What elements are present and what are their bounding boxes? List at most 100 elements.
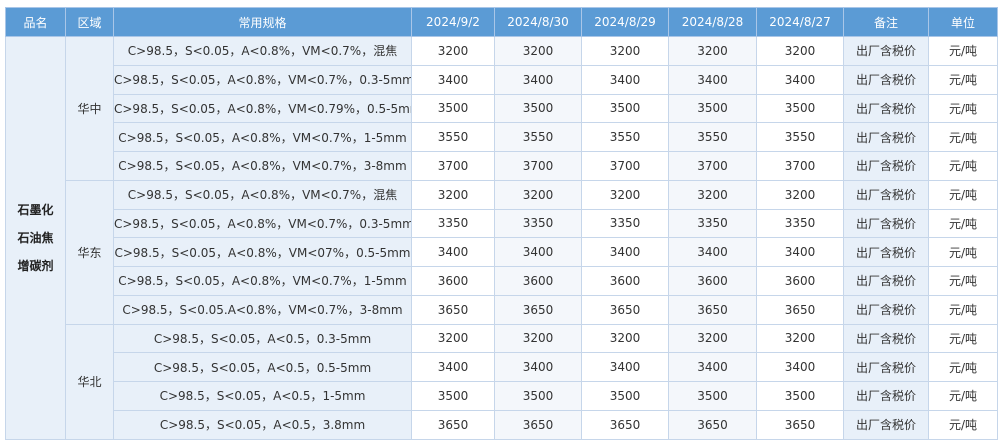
table-row: C>98.5，S<0.05，A<0.8%，VM<07%，0.5-5mm 3400 3… [6, 237, 998, 267]
note-cell: 出厂含税价 [843, 294, 929, 325]
price-cell: 3400 [756, 352, 844, 382]
price-cell: 3200 [581, 179, 669, 210]
spec-cell: C>98.5，S<0.05，A<0.8%，VM<07%，0.5-5mm [113, 237, 412, 267]
price-cell: 3350 [411, 208, 495, 239]
price-cell: 3400 [581, 64, 669, 95]
unit-cell: 元/吨 [928, 409, 998, 440]
price-cell: 3700 [494, 151, 582, 181]
unit-cell: 元/吨 [928, 179, 998, 210]
table-row: 华东 C>98.5，S<0.05，A<0.8%，VM<0.7%，混焦 3200 320… [6, 179, 998, 325]
price-cell: 3200 [411, 323, 495, 354]
note-cell: 出厂含税价 [843, 36, 929, 66]
price-cell: 3650 [668, 294, 757, 325]
header-date-3: 2024/8/29 [581, 7, 669, 37]
product-name-line: 石墨化 [17, 202, 54, 217]
price-cell: 3400 [581, 237, 669, 267]
header-unit: 单位 [928, 7, 998, 37]
spec-cell: C>98.5，S<0.05，A<0.8%，VM<0.7%，0.3-5mm [113, 64, 412, 95]
price-cell: 3400 [668, 352, 757, 382]
price-cell: 3500 [668, 93, 757, 124]
spec-cell: C>98.5，S<0.05.A<0.8%，VM<0.7%，3-8mm [113, 294, 412, 325]
unit-cell: 元/吨 [928, 352, 998, 382]
note-cell: 出厂含税价 [843, 409, 929, 440]
price-cell: 3500 [411, 93, 495, 124]
table-row: C>98.5，S<0.05，A<0.8%，VM<0.7%，1-5mm 3550 35… [6, 122, 998, 152]
region-cell: 华东 [65, 179, 114, 325]
price-cell: 3200 [581, 323, 669, 354]
note-cell: 出厂含税价 [843, 352, 929, 382]
spec-cell: C>98.5，S<0.05，A<0.8%，VM<0.7%，1-5mm [113, 122, 412, 152]
price-cell: 3700 [756, 151, 844, 181]
price-cell: 3200 [494, 323, 582, 354]
region-cell: 华中 [65, 36, 114, 181]
header-date-5: 2024/8/27 [756, 7, 844, 37]
price-cell: 3400 [756, 64, 844, 95]
price-cell: 3600 [411, 266, 495, 296]
price-cell: 3350 [494, 208, 582, 239]
header-spec: 常用规格 [113, 7, 412, 37]
price-cell: 3550 [581, 122, 669, 152]
unit-cell: 元/吨 [928, 64, 998, 95]
price-cell: 3200 [756, 179, 844, 210]
unit-cell: 元/吨 [928, 151, 998, 181]
header-date-4: 2024/8/28 [668, 7, 757, 37]
price-cell: 3400 [581, 352, 669, 382]
price-cell: 3200 [494, 36, 582, 66]
price-cell: 3200 [756, 323, 844, 354]
price-cell: 3500 [581, 381, 669, 411]
price-cell: 3550 [494, 122, 582, 152]
price-cell: 3650 [411, 409, 495, 440]
price-cell: 3200 [411, 36, 495, 66]
price-cell: 3200 [581, 36, 669, 66]
note-cell: 出厂含税价 [843, 323, 929, 354]
price-cell: 3200 [756, 36, 844, 66]
header-note: 备注 [843, 7, 929, 37]
spec-cell: C>98.5，S<0.05，A<0.5，3.8mm [113, 409, 412, 440]
price-cell: 3550 [756, 122, 844, 152]
note-cell: 出厂含税价 [843, 122, 929, 152]
unit-cell: 元/吨 [928, 93, 998, 124]
price-cell: 3350 [581, 208, 669, 239]
price-cell: 3350 [756, 208, 844, 239]
table-row: 石墨化 石油焦 增碳剂 华中 C>98.5，S<0.05，A<0.8%，VM<0.7%，… [5, 36, 998, 440]
note-cell: 出厂含税价 [843, 64, 929, 95]
table-row: C>98.5，S<0.05，A<0.5，0.5-5mm 3400 3400 3400 3… [6, 352, 998, 382]
price-cell: 3500 [581, 93, 669, 124]
price-cell: 3400 [494, 237, 582, 267]
price-cell: 3700 [668, 151, 757, 181]
price-cell: 3350 [668, 208, 757, 239]
note-cell: 出厂含税价 [843, 208, 929, 239]
note-cell: 出厂含税价 [843, 266, 929, 296]
unit-cell: 元/吨 [928, 381, 998, 411]
price-cell: 3400 [411, 352, 495, 382]
price-cell: 3200 [668, 36, 757, 66]
unit-cell: 元/吨 [928, 237, 998, 267]
note-cell: 出厂含税价 [843, 381, 929, 411]
spec-cell: C>98.5，S<0.05，A<0.5，0.3-5mm [113, 323, 412, 354]
unit-cell: 元/吨 [928, 323, 998, 354]
table-row: C>98.5，S<0.05，A<0.8%，VM<0.7%，1-5mm 3600 36… [6, 266, 998, 296]
product-name-cell: 石墨化 石油焦 增碳剂 [5, 36, 66, 440]
spec-cell: C>98.5，S<0.05，A<0.8%，VM<0.79%，0.5-5mm [113, 93, 412, 124]
price-cell: 3700 [581, 151, 669, 181]
price-cell: 3550 [668, 122, 757, 152]
price-cell: 3650 [411, 294, 495, 325]
price-cell: 3600 [756, 266, 844, 296]
unit-cell: 元/吨 [928, 122, 998, 152]
table-row: C>98.5，S<0.05，A<0.5，3.8mm 3650 3650 3650 365… [6, 409, 998, 440]
price-cell: 3500 [756, 93, 844, 124]
unit-cell: 元/吨 [928, 36, 998, 66]
product-name-line: 增碳剂 [17, 258, 54, 273]
note-cell: 出厂含税价 [843, 93, 929, 124]
spec-cell: C>98.5，S<0.05，A<0.8%，VM<0.7%，混焦 [113, 36, 412, 66]
product-name-line: 石油焦 [17, 230, 54, 245]
spec-cell: C>98.5，S<0.05，A<0.8%，VM<0.7%，1-5mm [113, 266, 412, 296]
price-cell: 3500 [411, 381, 495, 411]
header-region: 区域 [65, 7, 114, 37]
note-cell: 出厂含税价 [843, 237, 929, 267]
price-cell: 3700 [411, 151, 495, 181]
spec-cell: C>98.5，S<0.05，A<0.8%，VM<0.7%，3-8mm [113, 151, 412, 181]
price-cell: 3600 [668, 266, 757, 296]
price-cell: 3400 [756, 237, 844, 267]
price-cell: 3600 [581, 266, 669, 296]
